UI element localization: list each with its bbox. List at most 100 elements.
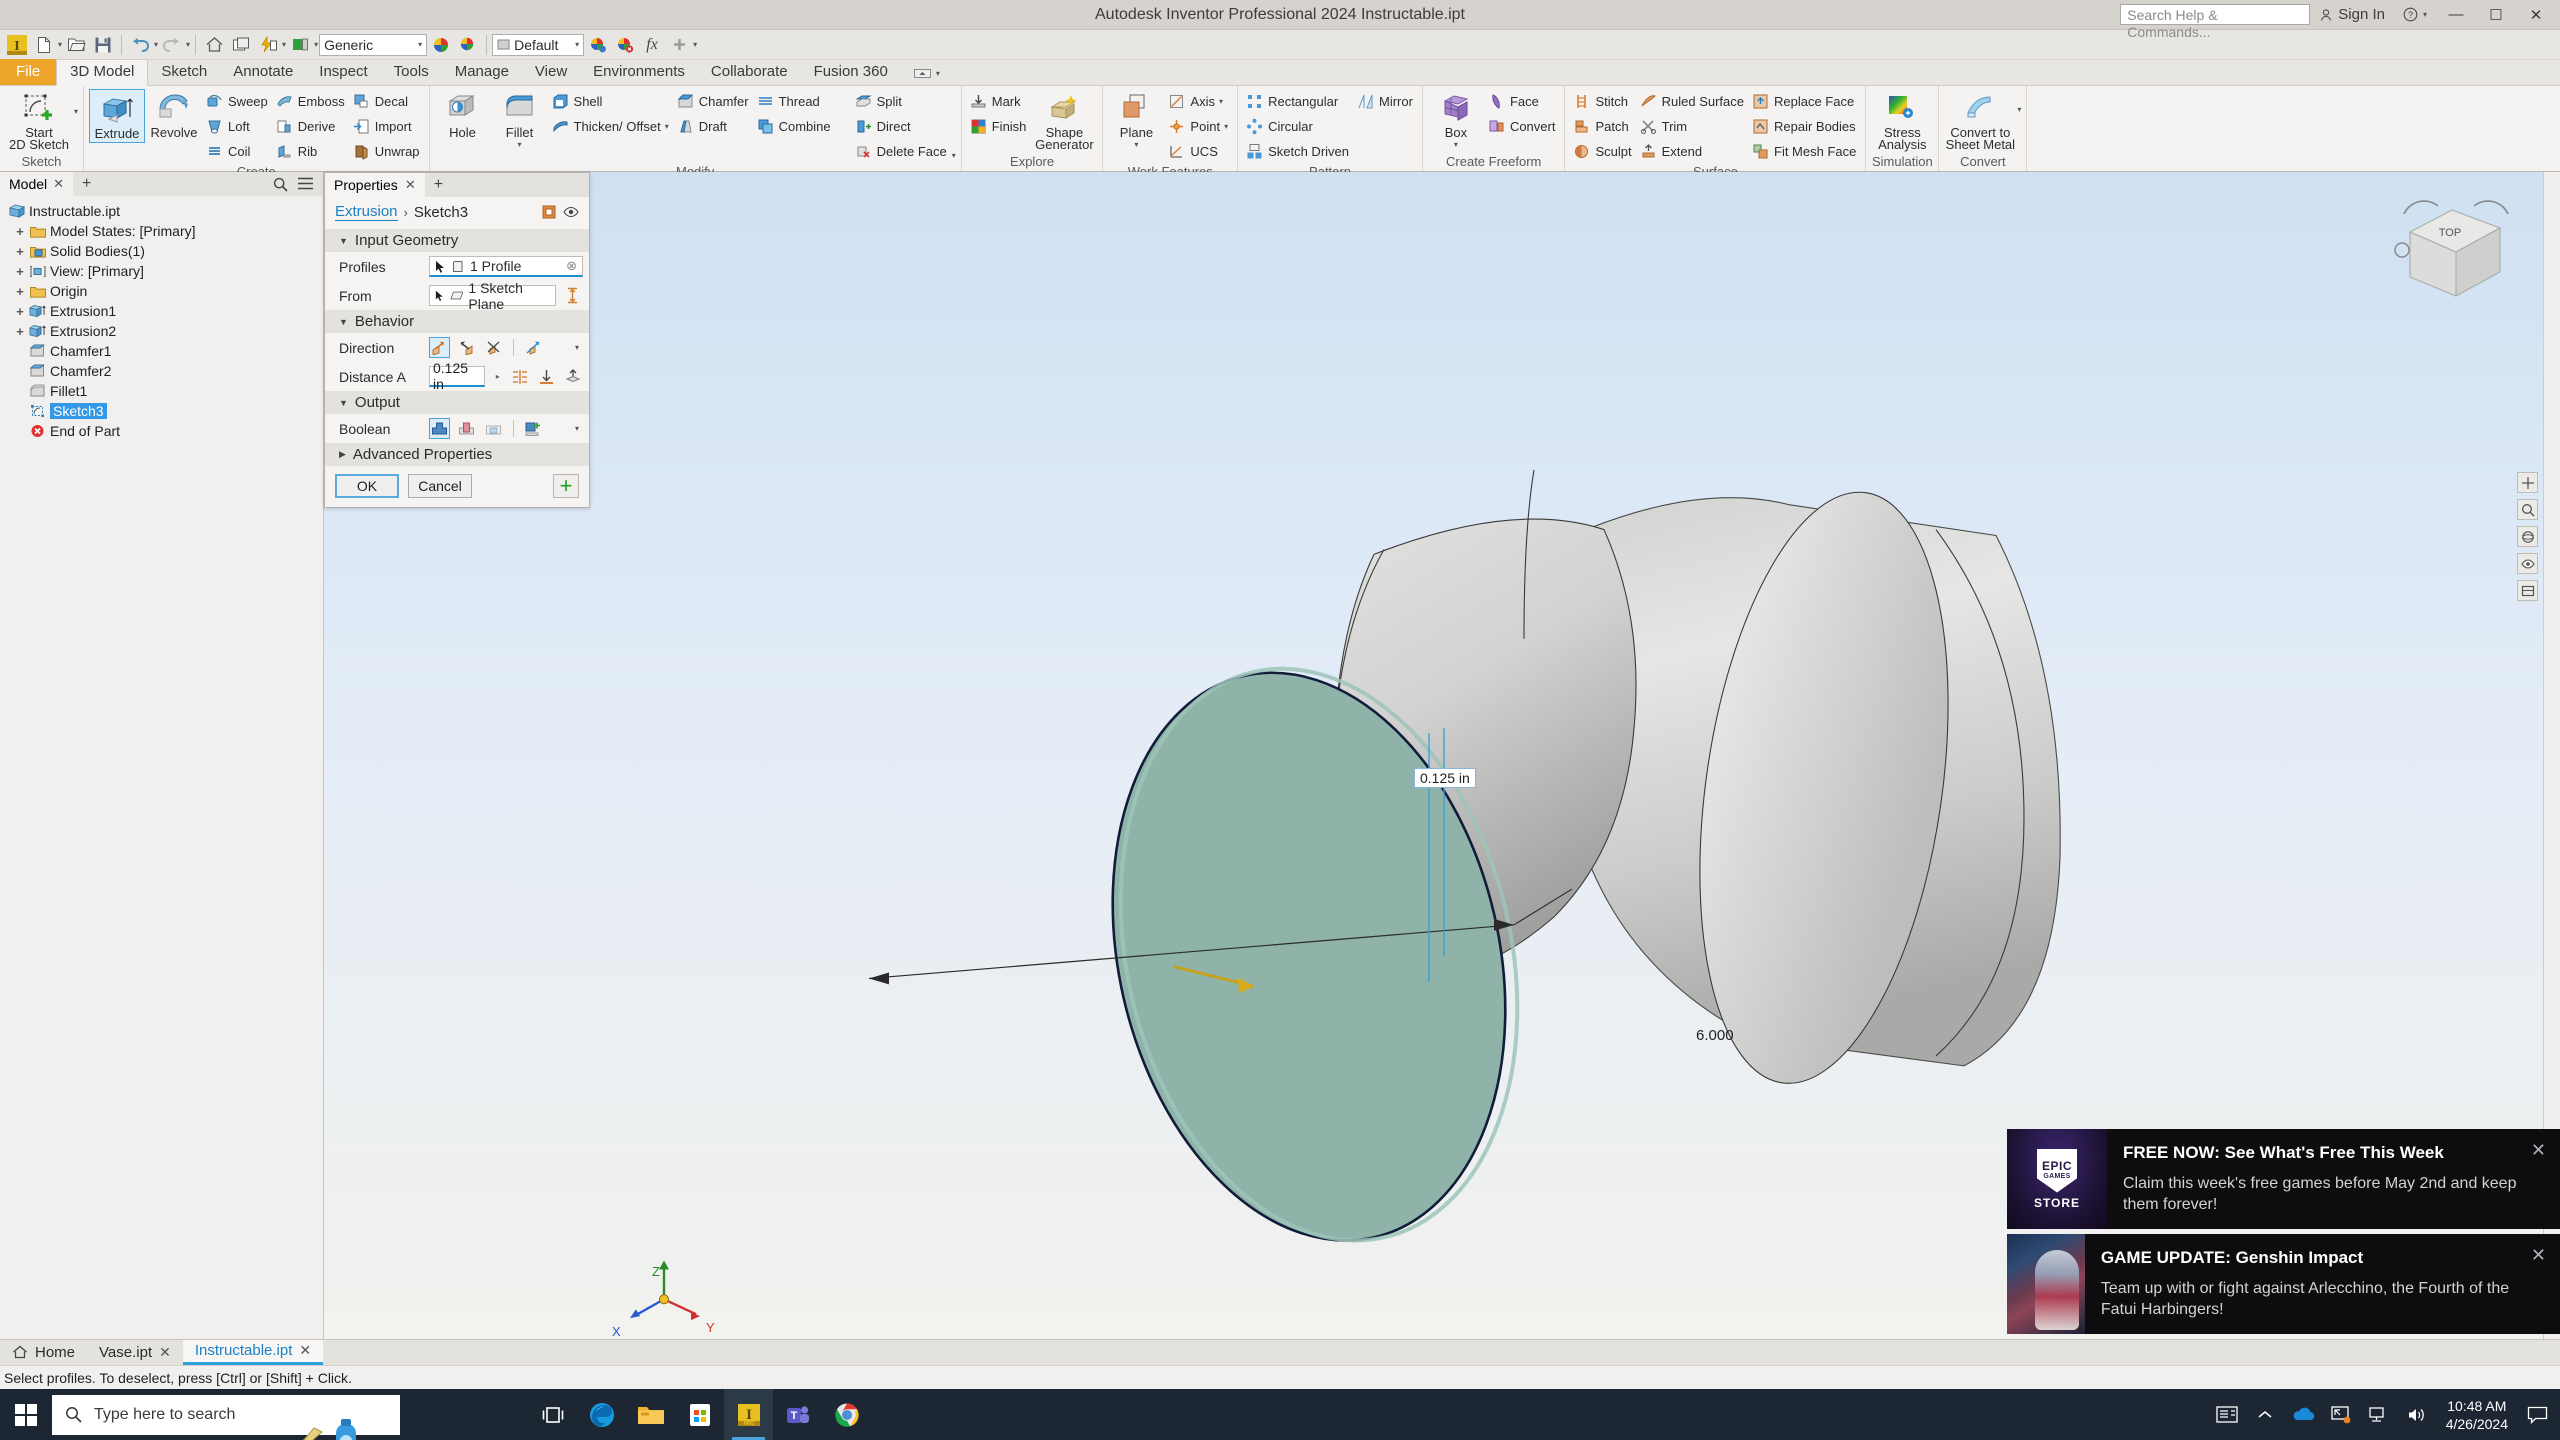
mark-button[interactable]: Mark: [967, 89, 1031, 114]
open-file-icon[interactable]: [63, 32, 89, 58]
finish-button[interactable]: Finish: [967, 114, 1031, 139]
boolean-new-solid-button[interactable]: [523, 418, 544, 439]
add-to-qat-icon[interactable]: [666, 32, 692, 58]
help-button[interactable]: ? ▾: [2394, 0, 2436, 30]
look-at-tool-button[interactable]: [2517, 553, 2538, 574]
tree-node-chamfer2[interactable]: Chamfer2: [4, 361, 323, 381]
replace-face-button[interactable]: Replace Face: [1749, 89, 1860, 114]
start-2d-sketch-caret-icon[interactable]: ▾: [74, 107, 78, 116]
draft-button[interactable]: Draft: [674, 114, 753, 139]
clear-appearance-icon[interactable]: [612, 32, 638, 58]
thicken-offset-button[interactable]: Thicken/ Offset ▾: [549, 114, 673, 139]
doc-tab-instructable[interactable]: Instructable.ipt ✕: [182, 1340, 324, 1365]
stress-analysis-button[interactable]: Stress Analysis: [1871, 89, 1933, 153]
ribbon-tab-view[interactable]: View: [522, 60, 580, 85]
thread-button[interactable]: Thread: [754, 89, 835, 114]
redo-caret-icon[interactable]: ▾: [186, 40, 190, 49]
fillet-button[interactable]: Fillet ▾: [492, 89, 548, 153]
import-button[interactable]: Import: [350, 114, 424, 139]
network-icon[interactable]: [2360, 1389, 2398, 1440]
ribbon-collapse-caret-icon[interactable]: ▾: [936, 69, 940, 78]
news-weather-icon[interactable]: [2208, 1389, 2246, 1440]
rectangular-pattern-button[interactable]: Rectangular: [1243, 89, 1353, 114]
revolve-button[interactable]: Revolve: [146, 89, 202, 141]
new-file-icon[interactable]: [31, 32, 57, 58]
adjust-appearance-icon[interactable]: [585, 32, 611, 58]
boolean-intersect-button[interactable]: [483, 418, 504, 439]
onedrive-icon[interactable]: [2284, 1389, 2322, 1440]
zoom-tool-button[interactable]: [2517, 499, 2538, 520]
ribbon-tab-environments[interactable]: Environments: [580, 60, 698, 85]
tree-node-chamfer1[interactable]: Chamfer1: [4, 341, 323, 361]
point-button[interactable]: Point ▾: [1165, 114, 1232, 139]
ok-button[interactable]: OK: [335, 474, 399, 498]
browser-menu-icon[interactable]: [298, 177, 313, 192]
from-selection-field[interactable]: 1 Sketch Plane: [429, 280, 556, 312]
taskbar-clock[interactable]: 10:48 AM 4/26/2024: [2436, 1397, 2518, 1433]
rib-button[interactable]: Rib: [273, 139, 349, 164]
diameter-dimension-label[interactable]: 6.000: [1696, 1027, 1734, 1044]
undo-caret-icon[interactable]: ▾: [154, 40, 158, 49]
circular-pattern-button[interactable]: Circular: [1243, 114, 1353, 139]
fit-mesh-face-button[interactable]: Fit Mesh Face: [1749, 139, 1860, 164]
direction-default-button[interactable]: [429, 337, 450, 358]
tree-node-origin[interactable]: + Origin: [4, 281, 323, 301]
expand-icon[interactable]: +: [14, 244, 26, 259]
ribbon-tab-fusion360[interactable]: Fusion 360: [801, 60, 901, 85]
expand-icon[interactable]: +: [14, 264, 26, 279]
material-library-icon[interactable]: [287, 32, 313, 58]
distance-a-input[interactable]: 0.125 in: [429, 360, 486, 392]
material-selector[interactable]: Generic ▾: [319, 33, 428, 56]
update-icon[interactable]: [255, 32, 281, 58]
pan-tool-button[interactable]: [2517, 472, 2538, 493]
redo-icon[interactable]: [159, 32, 185, 58]
properties-tab-add-icon[interactable]: +: [425, 176, 452, 194]
undo-icon[interactable]: [127, 32, 153, 58]
fillet-caret-icon[interactable]: ▾: [518, 139, 522, 151]
new-file-caret-icon[interactable]: ▾: [58, 40, 62, 49]
save-icon[interactable]: [90, 32, 116, 58]
extend-button[interactable]: Extend: [1637, 139, 1748, 164]
browser-search-icon[interactable]: [273, 177, 288, 192]
mirror-button[interactable]: Mirror: [1354, 89, 1417, 114]
tree-node-solid-bodies[interactable]: + Solid Bodies(1): [4, 241, 323, 261]
teams-icon[interactable]: T: [773, 1389, 822, 1440]
help-search-input[interactable]: Search Help & Commands...: [2120, 4, 2311, 40]
plane-caret-icon[interactable]: ▾: [1134, 139, 1138, 151]
tree-node-end-of-part[interactable]: End of Part: [4, 421, 323, 441]
file-explorer-icon[interactable]: [626, 1389, 675, 1440]
direction-asymmetric-button[interactable]: [523, 337, 544, 358]
modify-expand-caret-icon[interactable]: ▾: [952, 151, 956, 160]
doc-tab-vase-close-icon[interactable]: ✕: [159, 1344, 171, 1361]
boolean-cut-button[interactable]: [456, 418, 477, 439]
chrome-icon[interactable]: [822, 1389, 871, 1440]
coil-button[interactable]: Coil: [203, 139, 272, 164]
doc-tab-instructable-close-icon[interactable]: ✕: [299, 1342, 311, 1359]
expand-icon[interactable]: +: [14, 304, 26, 319]
tree-node-extrusion2[interactable]: + Extrusion2: [4, 321, 323, 341]
section-header-input-geometry[interactable]: ▼ Input Geometry: [325, 229, 589, 252]
boolean-more-caret-icon[interactable]: ▾: [575, 424, 583, 433]
stitch-button[interactable]: Stitch: [1570, 89, 1635, 114]
doc-tab-home[interactable]: Home: [0, 1340, 87, 1365]
ribbon-tab-manage[interactable]: Manage: [442, 60, 522, 85]
viewcube[interactable]: TOP: [2390, 192, 2520, 312]
notification-close-icon[interactable]: ✕: [2531, 1140, 2546, 1161]
tree-node-model-states[interactable]: + Model States: [Primary]: [4, 221, 323, 241]
start-button[interactable]: [0, 1389, 52, 1440]
add-extrusion-button[interactable]: +: [553, 474, 579, 498]
expand-icon[interactable]: +: [14, 224, 26, 239]
hole-button[interactable]: Hole: [435, 89, 491, 141]
shape-generator-button[interactable]: Shape Generator: [1031, 89, 1097, 153]
ribbon-tab-sketch[interactable]: Sketch: [148, 60, 220, 85]
tree-node-fillet1[interactable]: Fillet1: [4, 381, 323, 401]
decal-button[interactable]: Decal: [350, 89, 424, 114]
profiles-selection-field[interactable]: 1 Profile ⊗: [429, 256, 583, 277]
unwrap-button[interactable]: Unwrap: [350, 139, 424, 164]
ruled-surface-button[interactable]: Ruled Surface: [1637, 89, 1748, 114]
home-icon[interactable]: [201, 32, 227, 58]
browser-tab-add-icon[interactable]: +: [73, 175, 100, 193]
profiles-clear-icon[interactable]: ⊗: [566, 258, 577, 274]
browser-tab-close-icon[interactable]: ✕: [53, 176, 64, 192]
convert-freeform-button[interactable]: Convert: [1485, 114, 1560, 139]
